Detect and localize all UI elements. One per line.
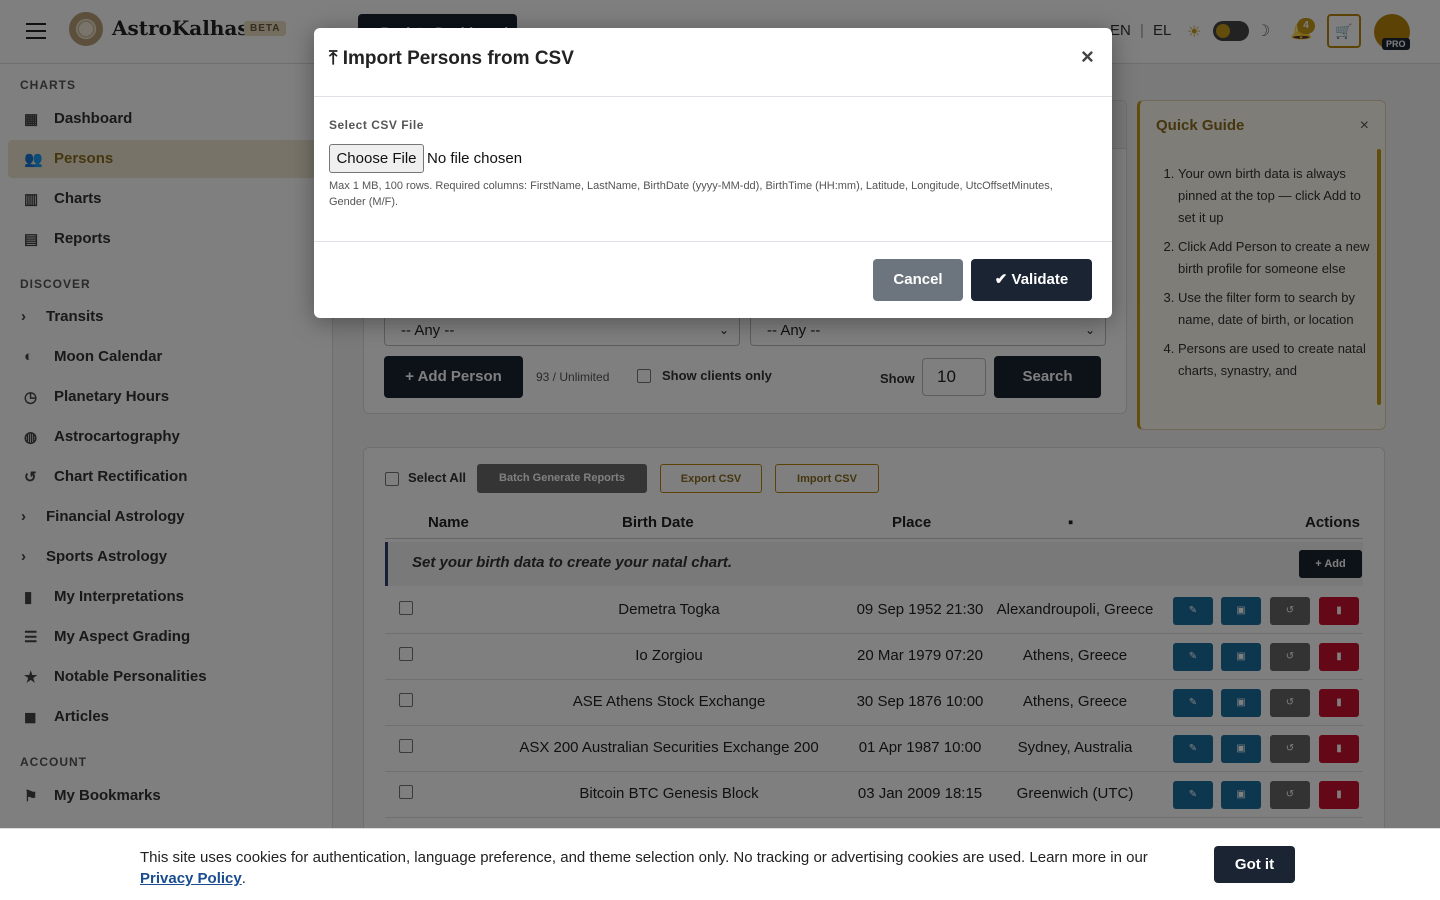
cookie-period: . [241,870,246,887]
modal-header: ⤒ Import Persons from CSV × [314,28,1112,97]
choose-file-button[interactable]: Choose File [329,144,424,173]
cookie-message: This site uses cookies for authenticatio… [140,847,1200,889]
validate-button[interactable]: ✔ Validate [971,259,1092,301]
privacy-policy-link[interactable]: Privacy Policy [140,870,242,887]
import-csv-modal: ⤒ Import Persons from CSV × Select CSV F… [314,28,1112,318]
cancel-button[interactable]: Cancel [873,259,963,301]
modal-title-text: Import Persons from CSV [342,48,574,69]
check-icon: ✔ [994,271,1008,288]
file-status-text: No file chosen [427,150,523,167]
cookie-text: This site uses cookies for authenticatio… [140,849,1148,866]
modal-footer: Cancel ✔ Validate [314,242,1112,318]
modal-body: Select CSV File Choose File No file chos… [314,97,1112,242]
cookie-banner: This site uses cookies for authenticatio… [0,828,1440,900]
csv-help-text: Max 1 MB, 100 rows. Required columns: Fi… [329,180,1053,208]
validate-label: Validate [1011,271,1069,288]
csv-file-label: Select CSV File [329,118,424,132]
got-it-button[interactable]: Got it [1214,846,1295,883]
close-icon[interactable]: × [1081,44,1094,70]
modal-title: ⤒ Import Persons from CSV [329,48,574,70]
upload-icon: ⤒ [329,48,338,69]
